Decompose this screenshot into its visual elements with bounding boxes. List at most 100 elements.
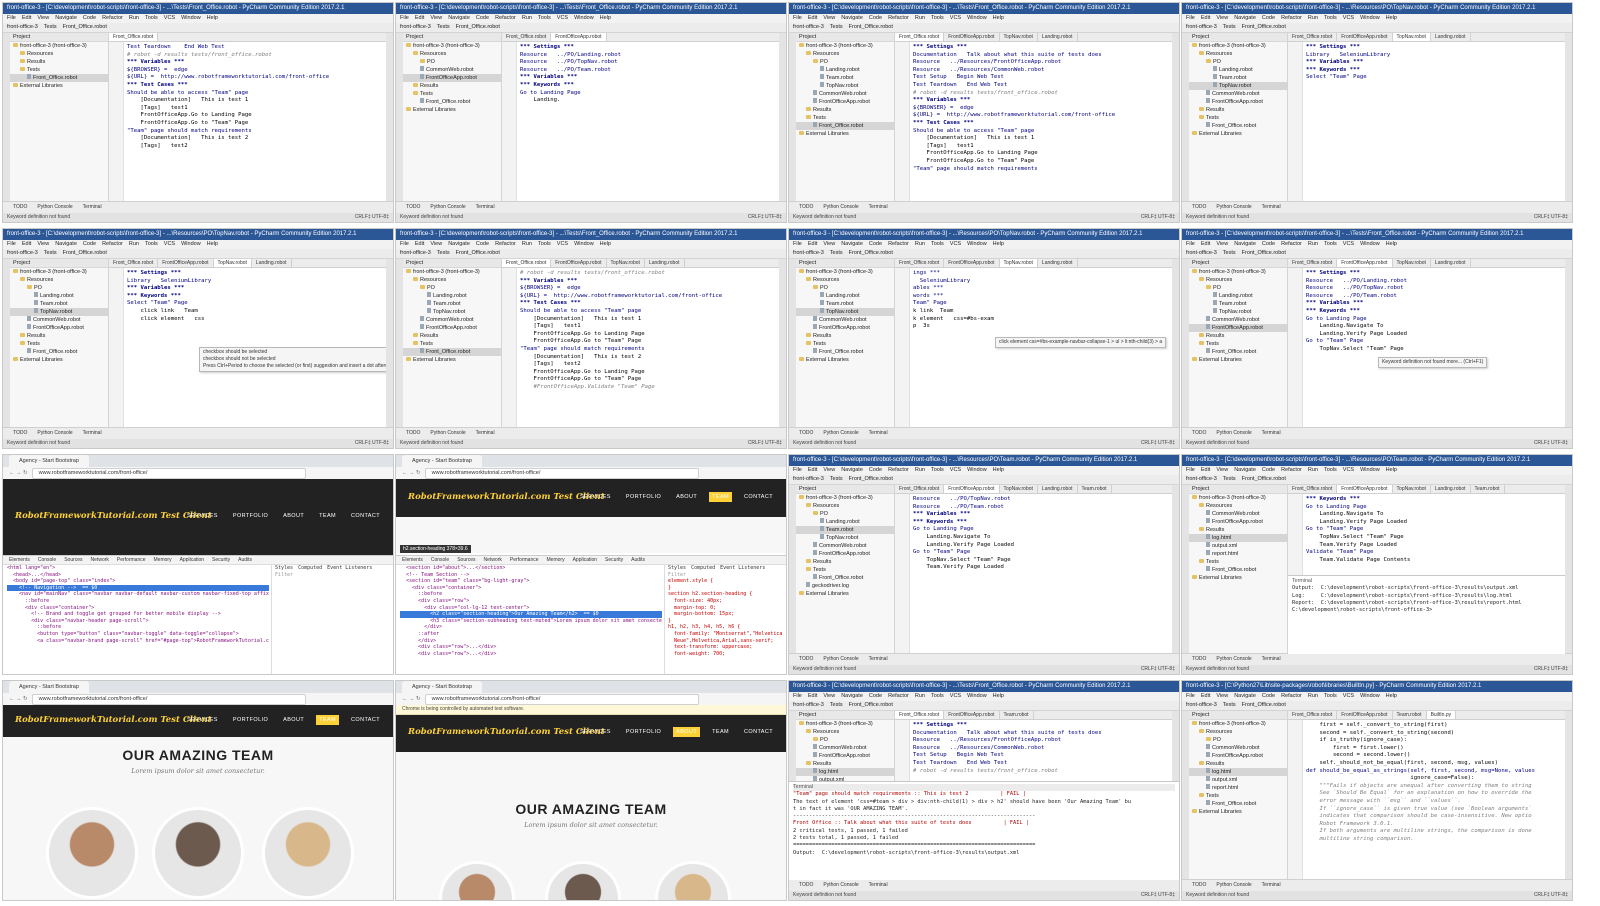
dom-node[interactable]: <div class="container">	[400, 585, 662, 592]
dom-node[interactable]: <div class="row">	[400, 598, 662, 605]
tree-item-external[interactable]: External Libraries	[403, 106, 501, 114]
editor-tab-team[interactable]: Team.robot	[1393, 711, 1427, 719]
menu-item-help[interactable]: Help	[993, 467, 1004, 473]
menu-item-refactor[interactable]: Refactor	[1281, 467, 1302, 473]
dom-node[interactable]: ::before	[7, 598, 269, 605]
menu-item-view[interactable]: View	[1216, 15, 1228, 21]
tool-window-button[interactable]: Terminal	[476, 204, 495, 210]
dom-node[interactable]: <section id="team" class="bg-light-gray"…	[400, 578, 662, 585]
menu-item-tools[interactable]: Tools	[931, 693, 944, 699]
tree-item-frontapp[interactable]: FrontOfficeApp.robot	[1189, 518, 1287, 526]
status-encoding[interactable]: CRLF‡ UTF-8‡	[1534, 665, 1568, 674]
menu-item-view[interactable]: View	[823, 467, 835, 473]
code-content[interactable]: *** Settings *** Resource ../PO/Landing.r…	[520, 44, 775, 105]
status-encoding[interactable]: CRLF‡ UTF-8‡	[1534, 213, 1568, 222]
dom-node[interactable]: </div>	[400, 638, 662, 645]
editor-tab-frontapp[interactable]: FrontOfficeApp.robot	[944, 259, 1000, 267]
tree-item-tests[interactable]: Tests	[10, 66, 108, 74]
code-content[interactable]: Test Teardown End Web Test # robot -d res…	[127, 44, 382, 150]
menu-item-run[interactable]: Run	[522, 15, 532, 21]
menu-item-navigate[interactable]: Navigate	[841, 241, 863, 247]
dom-tree[interactable]: <section id="about">...</section> <!-- T…	[396, 565, 662, 674]
menu-item-code[interactable]: Code	[1262, 467, 1275, 473]
menu-item-window[interactable]: Window	[967, 241, 987, 247]
nav-link-team[interactable]: TEAM	[316, 715, 340, 725]
project-panel-header[interactable]: Project	[10, 259, 108, 268]
tool-window-button[interactable]: TODO	[1192, 656, 1206, 662]
tree-item-po[interactable]: PO	[1189, 736, 1287, 744]
breadcrumb-item[interactable]: Front_Office.robot	[849, 702, 893, 708]
menu-item-code[interactable]: Code	[869, 693, 882, 699]
devtools-tab-application[interactable]: Application	[180, 557, 204, 563]
menu-item-edit[interactable]: Edit	[1201, 693, 1210, 699]
editor-tab-front[interactable]: Front_Office.robot	[1288, 259, 1338, 267]
dom-node[interactable]: <!-- Brand and toggle get grouped for be…	[7, 611, 269, 618]
tree-item-frontapp[interactable]: FrontOfficeApp.robot	[403, 324, 501, 332]
tree-item-external[interactable]: External Libraries	[1189, 356, 1287, 364]
tree-item-external[interactable]: External Libraries	[1189, 130, 1287, 138]
menu-item-vcs[interactable]: VCS	[950, 467, 961, 473]
dom-node[interactable]: <button type="button" class="navbar-togg…	[7, 631, 269, 638]
status-encoding[interactable]: CRLF‡ UTF-8‡	[1141, 891, 1175, 900]
tree-item-landing[interactable]: Landing.robot	[796, 518, 894, 526]
menu-item-tools[interactable]: Tools	[1324, 15, 1337, 21]
editor-tab-landing[interactable]: Landing.robot	[1038, 259, 1078, 267]
menu-item-edit[interactable]: Edit	[808, 241, 817, 247]
status-encoding[interactable]: CRLF‡ UTF-8‡	[1141, 439, 1175, 448]
tree-item-frontapp[interactable]: FrontOfficeApp.robot	[796, 550, 894, 558]
menu-item-window[interactable]: Window	[1360, 241, 1380, 247]
nav-link-contact[interactable]: CONTACT	[741, 727, 776, 737]
dom-node[interactable]: <!-- Team Section -->	[400, 572, 662, 579]
tree-item-front[interactable]: Front_Office.robot	[796, 574, 894, 582]
menu-item-help[interactable]: Help	[207, 241, 218, 247]
devtools-tab-security[interactable]: Security	[605, 557, 623, 563]
project-panel-header[interactable]: Project	[1189, 485, 1287, 494]
menu-item-code[interactable]: Code	[1262, 241, 1275, 247]
code-editor[interactable]: Front_Office.robot Test Teardown End Web …	[109, 33, 386, 202]
tree-item-tests[interactable]: Tests	[1189, 114, 1287, 122]
editor-tab-front[interactable]: Front_Office.robot	[895, 259, 945, 267]
menu-item-edit[interactable]: Edit	[22, 15, 31, 21]
editor-tab-front[interactable]: Front_Office.robot	[109, 259, 159, 267]
editor-tab-topnav[interactable]: TopNav.robot	[1000, 485, 1038, 493]
menu-item-help[interactable]: Help	[1386, 241, 1397, 247]
nav-link-portfolio[interactable]: PORTFOLIO	[230, 715, 271, 725]
tree-item-front[interactable]: Front_Office.robot	[1189, 800, 1287, 808]
nav-link-services[interactable]: SERVICES	[577, 727, 614, 737]
tree-item-resources[interactable]: Resources	[796, 276, 894, 284]
tree-item-landing[interactable]: Landing.robot	[10, 292, 108, 300]
code-editor[interactable]: Front_Office.robot FrontOfficeApp.robot To…	[109, 259, 386, 428]
devtools-tab-application[interactable]: Application	[573, 557, 597, 563]
tool-window-button[interactable]: Python Console	[37, 430, 72, 436]
tree-item-frontapp[interactable]: FrontOfficeApp.robot	[1189, 752, 1287, 760]
breadcrumb-item[interactable]: Front_Office.robot	[1242, 702, 1286, 708]
dom-node[interactable]: </div>	[400, 624, 662, 631]
tree-item-output[interactable]: output.xml	[1189, 776, 1287, 784]
tree-item-po[interactable]: PO	[796, 58, 894, 66]
editor-tab-front[interactable]: Front_Office.robot	[1288, 485, 1338, 493]
menu-item-help[interactable]: Help	[993, 241, 1004, 247]
devtools-tab-memory[interactable]: Memory	[154, 557, 172, 563]
menu-item-navigate[interactable]: Navigate	[1234, 693, 1256, 699]
tree-item-tests[interactable]: Tests	[10, 340, 108, 348]
nav-link-about[interactable]: ABOUT	[280, 715, 307, 725]
tree-item-po[interactable]: PO	[796, 736, 894, 744]
tree-item-results[interactable]: Results	[1189, 760, 1287, 768]
right-tool-strip[interactable]	[778, 259, 786, 428]
menu-item-refactor[interactable]: Refactor	[888, 693, 909, 699]
devtools-tab-sources[interactable]: Sources	[64, 557, 82, 563]
right-tool-strip[interactable]	[1564, 485, 1572, 654]
menu-item-file[interactable]: File	[1186, 15, 1195, 21]
styles-tab[interactable]: Styles	[275, 565, 293, 571]
tree-item-frontapp[interactable]: FrontOfficeApp.robot	[1189, 324, 1287, 332]
tree-item-front[interactable]: Front_Office.robot	[403, 98, 501, 106]
editor-tab-front[interactable]: Front_Office.robot	[895, 711, 945, 719]
tree-item-po[interactable]: PO	[1189, 58, 1287, 66]
tree-item-root[interactable]: front-office-3 (front-office-3)	[10, 42, 108, 50]
tree-item-common[interactable]: CommonWeb.robot	[1189, 90, 1287, 98]
menu-item-tools[interactable]: Tools	[931, 467, 944, 473]
menu-item-view[interactable]: View	[823, 241, 835, 247]
terminal-output[interactable]: Terminal "Team" page should match require…	[789, 781, 1179, 880]
menu-item-file[interactable]: File	[400, 241, 409, 247]
nav-link-about[interactable]: ABOUT	[673, 727, 701, 737]
